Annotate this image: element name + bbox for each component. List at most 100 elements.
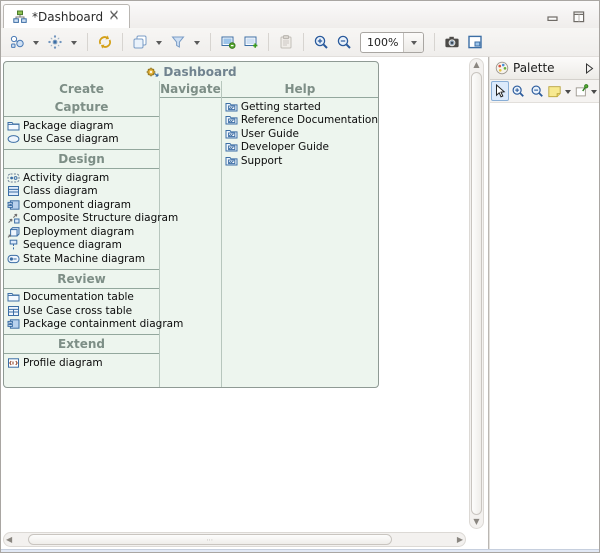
section-header-extend: Extend	[4, 335, 159, 354]
help-folder-icon	[225, 114, 238, 126]
dashboard-item-class-diagram[interactable]: Class diagram	[4, 185, 159, 199]
palette-icon	[495, 61, 509, 75]
editor-tab-bar: *Dashboard	[1, 1, 599, 28]
state-machine-diagram-icon	[7, 253, 20, 265]
synchronize-icon[interactable]	[95, 31, 115, 53]
note-tool[interactable]	[546, 81, 563, 101]
help-item-getting-started[interactable]: Getting started	[222, 100, 378, 114]
tab-title: *Dashboard	[32, 10, 103, 24]
dashboard-item-state-machine-diagram[interactable]: State Machine diagram	[4, 252, 159, 266]
minimize-view-icon[interactable]	[547, 8, 559, 27]
palette-toolbar	[490, 80, 599, 103]
dashboard-item-deployment-diagram[interactable]: Deployment diagram	[4, 225, 159, 239]
create-column: Create Capture Package diagram	[4, 81, 160, 387]
zoom-in-tool[interactable]	[510, 81, 527, 101]
cursor-icon	[493, 84, 506, 98]
pin-note-tool-dropdown[interactable]	[591, 90, 597, 97]
dashboard-item-use-case-cross-table[interactable]: Use Case cross table	[4, 304, 159, 318]
section-header-design: Design	[4, 150, 159, 169]
help-folder-icon	[225, 155, 238, 167]
note-tool-dropdown[interactable]	[565, 90, 571, 97]
tab-dashboard[interactable]: *Dashboard	[3, 4, 130, 28]
zoom-in-icon[interactable]	[311, 31, 331, 53]
scroll-up-icon[interactable]: ▲	[471, 59, 481, 71]
palette-collapse-icon[interactable]	[585, 63, 594, 74]
dashboard-item-documentation-table[interactable]: Documentation table	[4, 291, 159, 305]
scroll-right-icon[interactable]: ▶	[455, 534, 465, 546]
help-item-developer-guide[interactable]: Developer Guide	[222, 141, 378, 155]
horizontal-scrollbar-thumb[interactable]: ⋯	[28, 534, 392, 545]
section-header-capture: Capture	[4, 98, 159, 117]
palette-header[interactable]: Palette	[490, 57, 599, 80]
help-folder-icon	[225, 141, 238, 153]
dashboard-item-sequence-diagram[interactable]: Sequence diagram	[4, 239, 159, 253]
horizontal-scrollbar[interactable]: ◀ ⋯ ▶	[3, 532, 466, 547]
select-tool[interactable]	[491, 81, 509, 101]
dashboard-item-package-diagram[interactable]: Package diagram	[4, 119, 159, 133]
profile-diagram-icon	[7, 357, 20, 369]
dashboard-item-use-case-diagram[interactable]: Use Case diagram	[4, 133, 159, 147]
zoom-out-icon[interactable]	[334, 31, 354, 53]
help-item-user-guide[interactable]: User Guide	[222, 127, 378, 141]
selection-wand-dropdown[interactable]	[68, 31, 80, 53]
diagram-canvas[interactable]: Dashboard Create Capture	[1, 57, 489, 549]
maximize-view-icon[interactable]	[573, 8, 585, 27]
link-image-icon[interactable]	[218, 31, 238, 53]
use-case-cross-table-icon	[7, 305, 20, 317]
use-case-diagram-icon	[7, 133, 20, 145]
help-folder-icon	[225, 128, 238, 140]
application-window: *Dashboard	[0, 0, 600, 553]
zoom-level-dropdown[interactable]	[403, 33, 423, 52]
help-column: Help Getting started	[222, 81, 378, 387]
scroll-down-icon[interactable]: ▼	[471, 516, 481, 528]
add-image-icon[interactable]	[241, 31, 261, 53]
dashboard-item-component-diagram[interactable]: Component diagram	[4, 198, 159, 212]
filter-dropdown[interactable]	[191, 31, 203, 53]
zoom-level-value[interactable]: 100%	[361, 36, 403, 49]
activity-diagram-icon	[7, 172, 20, 184]
class-diagram-icon	[7, 185, 20, 197]
help-folder-icon	[225, 101, 238, 113]
zoom-out-tool[interactable]	[528, 81, 545, 101]
documentation-table-icon	[7, 291, 20, 303]
note-icon	[547, 84, 562, 98]
dashboard-item-activity-diagram[interactable]: Activity diagram	[4, 171, 159, 185]
dashboard-header: Dashboard	[4, 62, 378, 81]
scroll-left-icon[interactable]: ◀	[4, 534, 14, 546]
dashboard-title: Dashboard	[163, 65, 236, 79]
diagram-toolbar: 100%	[1, 28, 599, 57]
package-containment-diagram-icon	[7, 318, 20, 330]
filter-icon[interactable]	[168, 31, 188, 53]
window-bottom-edge	[1, 549, 599, 553]
navigate-column-header: Navigate	[160, 81, 221, 98]
dashboard-item-package-containment-diagram[interactable]: Package containment diagram	[4, 318, 159, 332]
pin-note-tool[interactable]	[573, 81, 590, 101]
help-item-reference-documentation[interactable]: Reference Documentation	[222, 114, 378, 128]
overview-icon[interactable]	[465, 31, 485, 53]
related-elements-dropdown[interactable]	[30, 31, 42, 53]
deployment-diagram-icon	[7, 226, 20, 238]
dashboard-item-profile-diagram[interactable]: Profile diagram	[4, 356, 159, 370]
help-item-support[interactable]: Support	[222, 154, 378, 168]
package-diagram-icon	[7, 120, 20, 132]
copy-appearance-icon[interactable]	[130, 31, 150, 53]
help-column-header: Help	[222, 81, 378, 98]
dashboard-item-composite-structure-diagram[interactable]: Composite Structure diagram	[4, 212, 159, 226]
palette-body[interactable]	[490, 103, 599, 549]
copy-appearance-dropdown[interactable]	[153, 31, 165, 53]
selection-wand-icon[interactable]	[45, 31, 65, 53]
vertical-scrollbar-thumb[interactable]	[471, 72, 482, 515]
zoom-out-icon	[530, 84, 544, 98]
palette-panel: Palette	[489, 57, 599, 549]
tab-close-icon[interactable]	[108, 10, 120, 23]
zoom-in-icon	[511, 84, 525, 98]
snapshot-icon[interactable]	[442, 31, 462, 53]
paste-icon[interactable]	[276, 31, 296, 53]
vertical-scrollbar[interactable]: ▲ ▼	[469, 58, 484, 529]
sequence-diagram-icon	[7, 239, 20, 251]
palette-title: Palette	[513, 61, 555, 75]
dashboard-gear-icon	[145, 65, 159, 78]
create-column-header: Create	[4, 81, 159, 98]
zoom-level-combo[interactable]: 100%	[360, 32, 424, 53]
related-elements-icon[interactable]	[7, 31, 27, 53]
